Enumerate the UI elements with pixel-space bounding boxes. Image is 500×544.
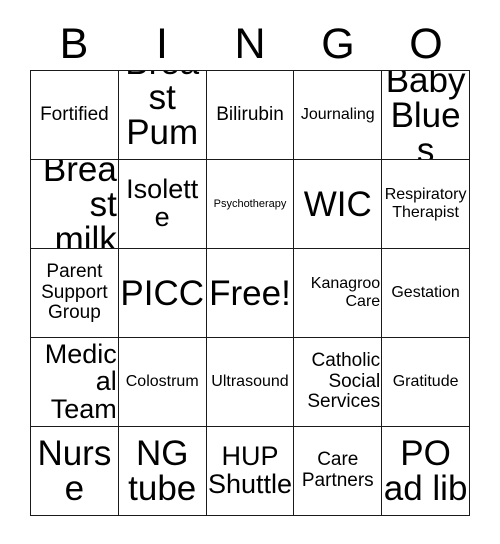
bingo-cell-g2[interactable]: WIC xyxy=(294,160,383,249)
bingo-cell-i5[interactable]: NG tube xyxy=(118,427,207,516)
bingo-cell-label: Fortified xyxy=(40,103,109,125)
bingo-cell-label: Free! xyxy=(209,273,291,313)
bingo-cell-label: HUP Shuttle xyxy=(207,441,293,499)
header-letter-n: N xyxy=(234,20,266,68)
bingo-cell-label: Bilirubin xyxy=(216,103,284,125)
bingo-cell-label: Kanagroo Care xyxy=(310,275,381,310)
bingo-cell-label: Baby Blues xyxy=(385,71,466,160)
header-letter-o: O xyxy=(409,20,443,68)
bingo-cell-i2[interactable]: Isolette xyxy=(118,160,207,249)
bingo-cell-label: Gestation xyxy=(391,284,460,302)
bingo-cell-label: PO ad lib xyxy=(383,434,468,508)
bingo-cell-label: Medical Team xyxy=(44,338,117,424)
bingo-cell-label: PICC xyxy=(120,273,204,313)
bingo-cell-o4[interactable]: Gratitude xyxy=(382,338,470,427)
bingo-cell-label: Care Partners xyxy=(301,449,374,491)
bingo-cell-free-space[interactable]: Free! xyxy=(206,249,295,338)
bingo-cell-label: WIC xyxy=(303,184,372,224)
bingo-cell-label: Journaling xyxy=(300,106,375,124)
bingo-cell-n1[interactable]: Bilirubin xyxy=(206,71,295,160)
bingo-cell-label: Isolette xyxy=(126,174,199,232)
bingo-cell-b5[interactable]: Nurse xyxy=(31,427,119,516)
header-letter-g: G xyxy=(321,20,355,68)
bingo-cell-n4[interactable]: Ultrasound xyxy=(206,338,295,427)
bingo-header-row: B I N G O xyxy=(30,18,470,70)
bingo-cell-label: Psychotherapy xyxy=(213,197,287,210)
bingo-cell-label: Gratitude xyxy=(392,373,459,391)
bingo-cell-g3[interactable]: Kanagroo Care xyxy=(294,249,383,338)
bingo-cell-label: Ultrasound xyxy=(211,373,289,391)
bingo-cell-label: Parent Support Group xyxy=(41,261,108,324)
bingo-cell-o2[interactable]: Respiratory Therapist xyxy=(382,160,470,249)
bingo-cell-n5[interactable]: HUP Shuttle xyxy=(206,427,295,516)
header-letter-i: I xyxy=(156,20,168,68)
header-letter-b: B xyxy=(59,20,89,68)
bingo-cell-label: Catholic Social Services xyxy=(307,350,381,413)
bingo-cell-label: NG tube xyxy=(128,434,197,508)
bingo-cell-label: Breast Pump xyxy=(125,71,199,159)
bingo-cell-i1[interactable]: Breast Pump xyxy=(118,71,207,160)
bingo-cell-label: Breast milk xyxy=(42,160,117,249)
bingo-cell-label: Colostrum xyxy=(125,373,199,391)
bingo-cell-g5[interactable]: Care Partners xyxy=(294,427,383,516)
bingo-cell-g4[interactable]: Catholic Social Services xyxy=(294,338,383,427)
bingo-cell-i4[interactable]: Colostrum xyxy=(118,338,207,427)
bingo-cell-o3[interactable]: Gestation xyxy=(382,249,470,338)
bingo-cell-b4[interactable]: Medical Team xyxy=(31,338,119,427)
bingo-card: B I N G O Fortified Breast Pump Bilirubi… xyxy=(0,0,500,544)
bingo-cell-b3[interactable]: Parent Support Group xyxy=(31,249,119,338)
bingo-cell-o1[interactable]: Baby Blues xyxy=(382,71,470,160)
bingo-cell-o5[interactable]: PO ad lib xyxy=(382,427,470,516)
bingo-cell-label: Nurse xyxy=(37,434,112,508)
bingo-cell-b1[interactable]: Fortified xyxy=(31,71,119,160)
bingo-cell-i3[interactable]: PICC xyxy=(118,249,207,338)
bingo-cell-b2[interactable]: Breast milk xyxy=(31,160,119,249)
bingo-cell-n2[interactable]: Psychotherapy xyxy=(206,160,295,249)
bingo-cell-label: Respiratory Therapist xyxy=(384,186,467,221)
bingo-cell-g1[interactable]: Journaling xyxy=(294,71,383,160)
bingo-grid: Fortified Breast Pump Bilirubin Journali… xyxy=(30,70,470,516)
